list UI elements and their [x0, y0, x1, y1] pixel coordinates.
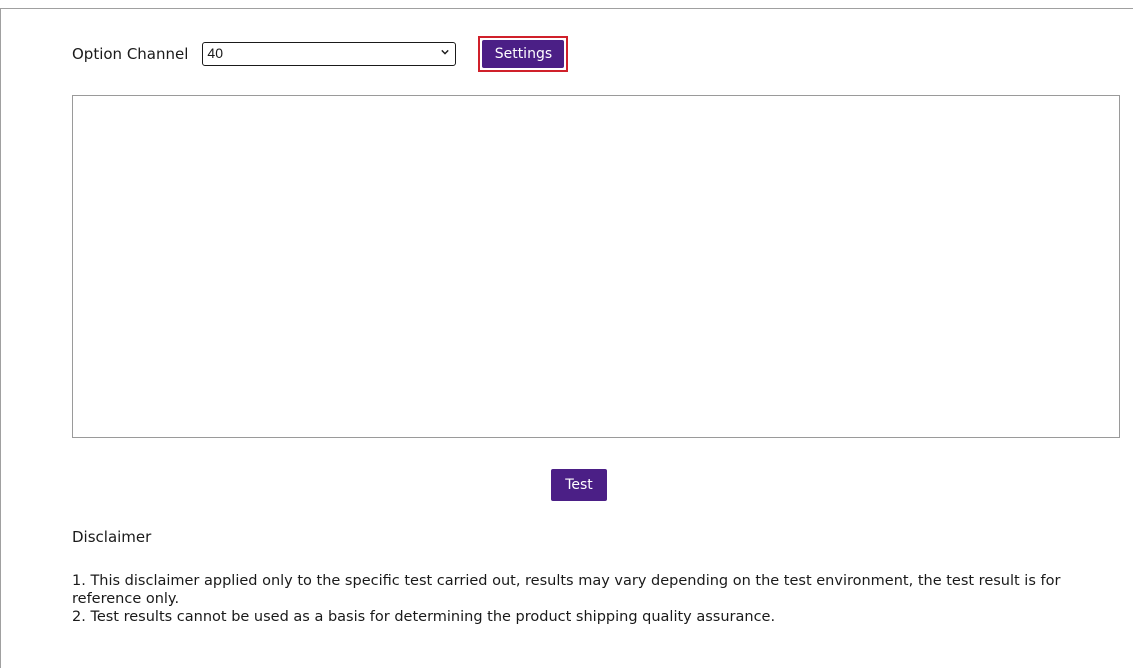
test-button[interactable]: Test	[551, 469, 607, 501]
option-channel-selected-value: 40	[207, 45, 223, 61]
option-channel-row: Option Channel 40 Settings	[72, 36, 569, 72]
option-channel-select[interactable]: 40	[202, 42, 457, 66]
option-channel-label: Option Channel	[72, 45, 189, 63]
disclaimer-item: 2. Test results cannot be used as a basi…	[72, 609, 776, 625]
disclaimer-title: Disclaimer	[72, 528, 152, 546]
settings-button-highlight: Settings	[478, 36, 569, 72]
disclaimer-item: 1. This disclaimer applied only to the s…	[72, 573, 1061, 607]
disclaimer-body: 1. This disclaimer applied only to the s…	[72, 572, 1102, 626]
chevron-down-icon	[441, 49, 450, 55]
settings-button[interactable]: Settings	[482, 40, 565, 68]
test-output-area	[72, 95, 1120, 438]
